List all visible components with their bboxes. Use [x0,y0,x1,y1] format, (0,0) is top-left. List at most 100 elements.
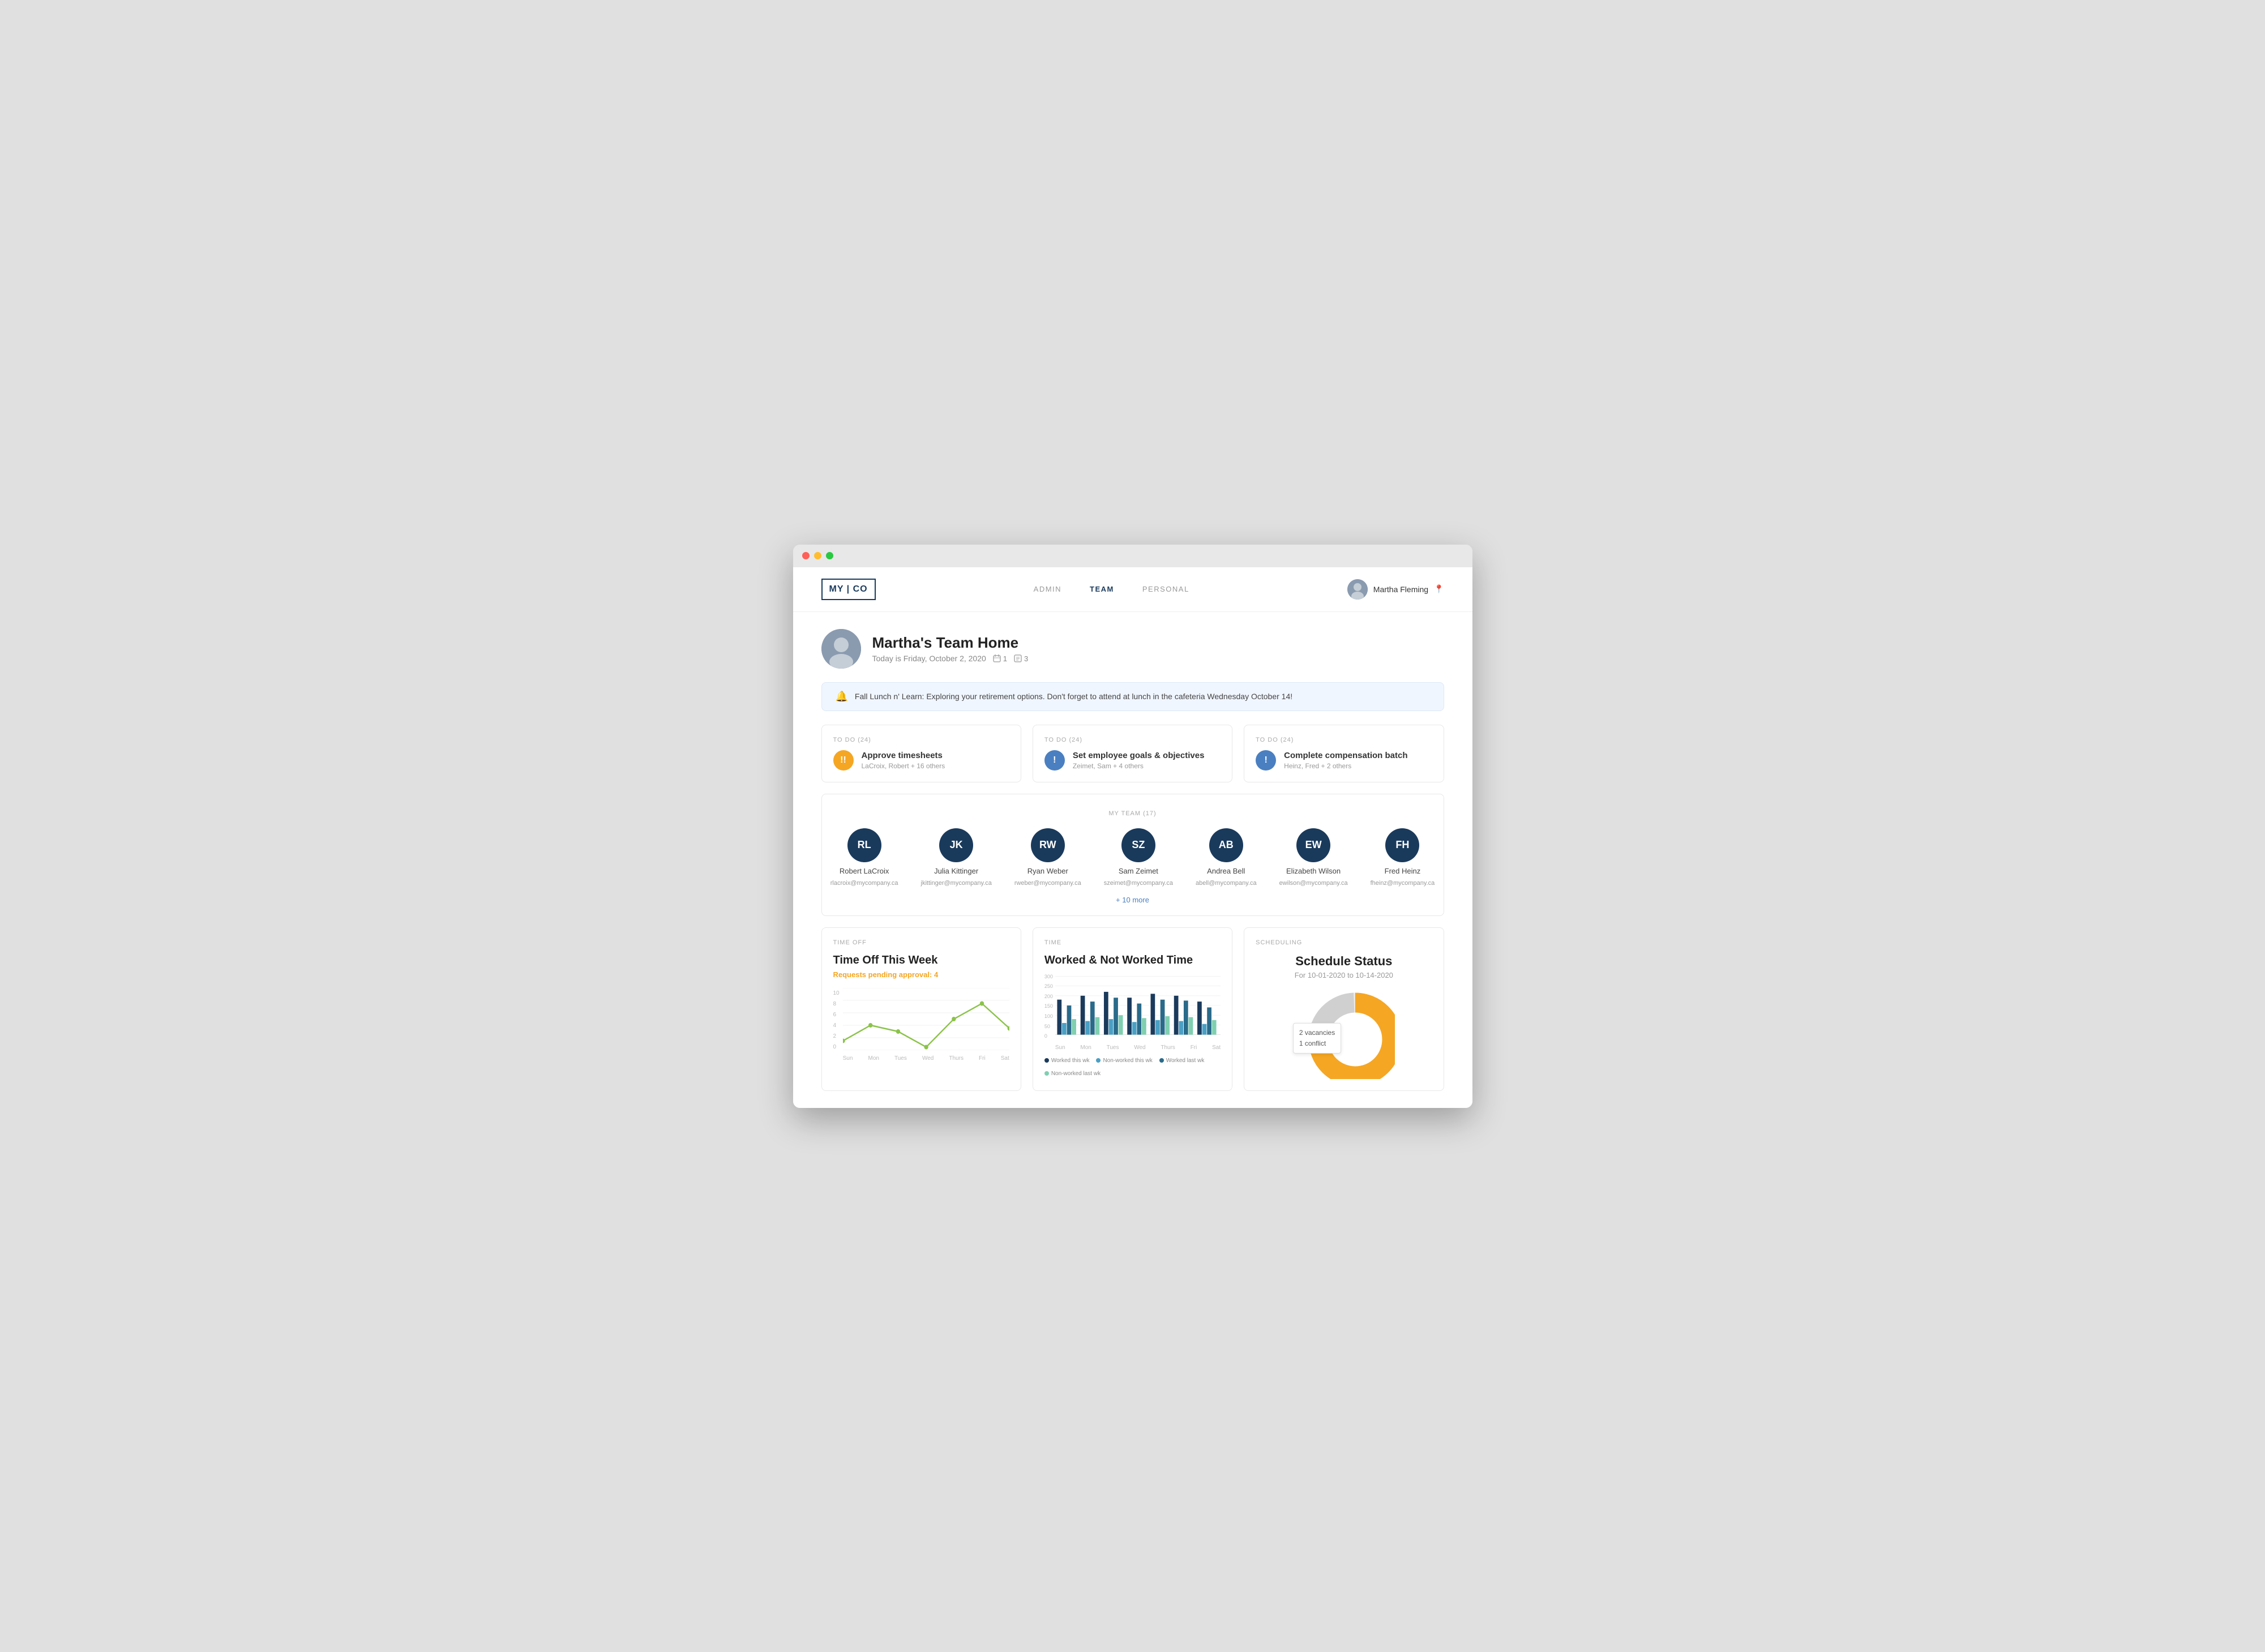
bell-icon: 🔔 [836,691,848,703]
team-member-3[interactable]: SZ Sam Zeimet szeimet@mycompany.ca [1104,828,1173,887]
page-subtitle: Today is Friday, October 2, 2020 1 [872,654,1029,663]
legend-worked-last: Worked last wk [1159,1058,1205,1064]
team-member-0[interactable]: RL Robert LaCroix rlacroix@mycompany.ca [830,828,898,887]
team-member-6[interactable]: FH Fred Heinz fheinz@mycompany.ca [1371,828,1435,887]
schedule-date-range: For 10-01-2020 to 10-14-2020 [1256,971,1432,979]
team-member-2[interactable]: RW Ryan Weber rweber@mycompany.ca [1014,828,1081,887]
todo-title-2: Complete compensation batch [1284,751,1407,760]
member-avatar-0: RL [847,828,881,862]
todo-content-2: ! Complete compensation batch Heinz, Fre… [1256,750,1432,771]
nav-admin[interactable]: ADMIN [1034,585,1061,593]
avatar-image [1347,579,1368,600]
todo-icon-1: ! [1044,750,1065,771]
more-members-link[interactable]: + 10 more [833,896,1432,904]
todo-text-0: Approve timesheets LaCroix, Robert + 16 … [862,751,945,770]
maximize-button[interactable] [826,552,833,559]
todo-text-2: Complete compensation batch Heinz, Fred … [1284,751,1407,770]
time-off-subtitle: Requests pending approval: 4 [833,970,1009,979]
todo-sub-1: Zeimet, Sam + 4 others [1073,762,1205,770]
close-button[interactable] [802,552,810,559]
member-avatar-2: RW [1031,828,1065,862]
member-email-6: fheinz@mycompany.ca [1371,880,1435,887]
todo-title-0: Approve timesheets [862,751,945,760]
member-email-3: szeimet@mycompany.ca [1104,880,1173,887]
todo-label-0: TO DO (24) [833,737,1009,743]
page-header: Martha's Team Home Today is Friday, Octo… [821,629,1444,669]
header: MY | CO ADMIN TEAM PERSONAL Martha [793,567,1472,612]
location-icon: 📍 [1434,584,1444,594]
member-email-5: ewilson@mycompany.ca [1279,880,1348,887]
todo-card-1[interactable]: TO DO (24) ! Set employee goals & object… [1033,725,1232,782]
legend-non-worked-last: Non-worked last wk [1044,1071,1101,1077]
titlebar [793,545,1472,567]
bottom-row: TIME OFF Time Off This Week Requests pen… [821,927,1444,1091]
todo-icon-0: !! [833,750,854,771]
member-email-4: abell@mycompany.ca [1196,880,1257,887]
user-name: Martha Fleming [1373,585,1428,594]
team-members: RL Robert LaCroix rlacroix@mycompany.ca … [833,828,1432,887]
vacancies-text: 2 vacancies [1299,1027,1335,1038]
time-off-widget: TIME OFF Time Off This Week Requests pen… [821,927,1021,1091]
legend-non-worked-this: Non-worked this wk [1096,1058,1152,1064]
member-email-2: rweber@mycompany.ca [1014,880,1081,887]
todo-content-1: ! Set employee goals & objectives Zeimet… [1044,750,1221,771]
member-avatar-5: EW [1296,828,1330,862]
team-member-1[interactable]: JK Julia Kittinger jkittinger@mycompany.… [921,828,992,887]
page-title-block: Martha's Team Home Today is Friday, Octo… [872,634,1029,663]
todo-text-1: Set employee goals & objectives Zeimet, … [1073,751,1205,770]
member-name-4: Andrea Bell [1207,867,1245,875]
logo[interactable]: MY | CO [821,579,876,600]
notification-text: Fall Lunch n' Learn: Exploring your reti… [855,692,1292,701]
line-chart-svg [843,988,1009,1050]
minimize-button[interactable] [814,552,821,559]
team-member-4[interactable]: AB Andrea Bell abell@mycompany.ca [1196,828,1257,887]
todo-content-0: !! Approve timesheets LaCroix, Robert + … [833,750,1009,771]
member-name-6: Fred Heinz [1385,867,1421,875]
member-name-0: Robert LaCroix [840,867,889,875]
conflict-text: 1 conflict [1299,1038,1335,1049]
todo-sub-2: Heinz, Fred + 2 others [1284,762,1407,770]
member-avatar-1: JK [939,828,973,862]
app-window: MY | CO ADMIN TEAM PERSONAL Martha [793,545,1472,1108]
schedule-info-box: 2 vacancies 1 conflict [1293,1022,1341,1053]
todo-row: TO DO (24) !! Approve timesheets LaCroix… [821,725,1444,782]
avatar [1347,579,1368,600]
team-label: MY TEAM (17) [833,810,1432,817]
svg-text:attention: attention [1345,1038,1376,1047]
legend-worked-this: Worked this wk [1044,1058,1090,1064]
nav-team[interactable]: TEAM [1090,585,1114,593]
team-card: MY TEAM (17) RL Robert LaCroix rlacroix@… [821,794,1444,916]
member-name-3: Sam Zeimet [1119,867,1158,875]
todo-icon-2: ! [1256,750,1276,771]
app-content: MY | CO ADMIN TEAM PERSONAL Martha [793,567,1472,1108]
user-section[interactable]: Martha Fleming 📍 [1347,579,1444,600]
date-text: Today is Friday, October 2, 2020 [872,654,986,663]
todo-title-1: Set employee goals & objectives [1073,751,1205,760]
member-name-5: Elizabeth Wilson [1286,867,1341,875]
member-email-0: rlacroix@mycompany.ca [830,880,898,887]
calendar-count: 1 [1003,654,1007,663]
scheduling-widget: SCHEDULING Schedule Status For 10-01-202… [1244,927,1444,1091]
scheduling-label: SCHEDULING [1256,939,1432,946]
nav-personal[interactable]: PERSONAL [1142,585,1189,593]
page-avatar [821,629,861,669]
page: Martha's Team Home Today is Friday, Octo… [793,612,1472,1108]
time-label: TIME [1044,939,1221,946]
member-avatar-4: AB [1209,828,1243,862]
todo-card-0[interactable]: TO DO (24) !! Approve timesheets LaCroix… [821,725,1021,782]
todo-label-1: TO DO (24) [1044,737,1221,743]
member-name-2: Ryan Weber [1027,867,1068,875]
todo-label-2: TO DO (24) [1256,737,1432,743]
notification-banner: 🔔 Fall Lunch n' Learn: Exploring your re… [821,682,1444,711]
task-badge: 3 [1014,654,1028,663]
member-avatar-6: FH [1385,828,1419,862]
todo-sub-0: LaCroix, Robert + 16 others [862,762,945,770]
task-count: 3 [1024,654,1028,663]
svg-text:Needs: Needs [1350,1029,1372,1038]
team-member-5[interactable]: EW Elizabeth Wilson ewilson@mycompany.ca [1279,828,1348,887]
time-off-label: TIME OFF [833,939,1009,946]
time-off-title: Time Off This Week [833,954,1009,967]
bar-chart-svg [1055,971,1221,1039]
nav: ADMIN TEAM PERSONAL [1034,585,1189,593]
todo-card-2[interactable]: TO DO (24) ! Complete compensation batch… [1244,725,1444,782]
